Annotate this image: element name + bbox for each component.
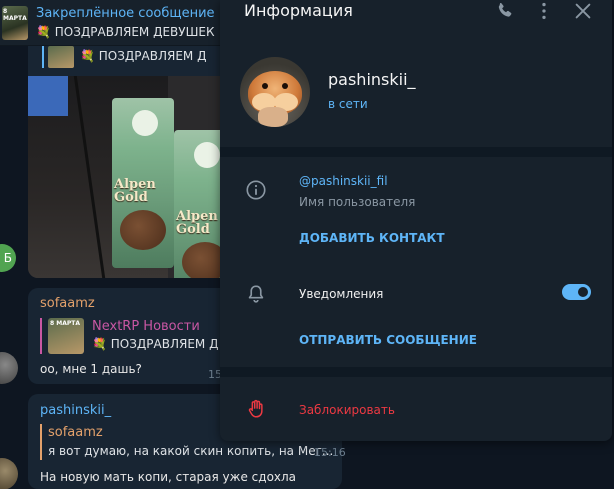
hand-icon xyxy=(245,398,267,420)
phone-icon[interactable] xyxy=(494,0,516,22)
profile-name: pashinskii_ xyxy=(328,70,416,89)
hamster-eye xyxy=(282,83,288,89)
quote-bar xyxy=(42,46,44,68)
close-icon[interactable] xyxy=(572,0,594,22)
chocolate-leaf xyxy=(132,110,158,136)
section-divider xyxy=(220,147,612,157)
hamster-hand xyxy=(258,107,288,127)
message-author[interactable]: sofaamz xyxy=(40,296,95,311)
quote-thumbnail: 8 МАРТА xyxy=(48,318,84,354)
avatar-letter: Б xyxy=(3,251,12,265)
message-text: На новую мать копи, старая уже сдохла xyxy=(40,470,297,484)
profile-avatar[interactable] xyxy=(240,57,310,127)
pinned-thumb-text: 8 МАРТА xyxy=(3,8,27,22)
user-info-panel: Информация pashinskii_ в сети @pashinski… xyxy=(220,0,612,441)
reply-text: 💐 ПОЗДРАВЛЯЕМ Д xyxy=(80,49,207,63)
chocolate-photo[interactable]: Alpen Gold Alpen Gold xyxy=(28,76,240,278)
reply-thumbnail xyxy=(48,46,74,68)
section-divider xyxy=(220,367,612,377)
quote-bar xyxy=(40,424,42,460)
profile-status: в сети xyxy=(328,97,368,111)
quote-title[interactable]: NextRP Новости xyxy=(92,319,200,334)
chocolate-logo-1: Alpen Gold xyxy=(114,177,156,205)
send-message-button[interactable]: ОТПРАВИТЬ СООБЩЕНИЕ xyxy=(299,333,477,347)
chocolate-bar-1: Alpen Gold xyxy=(112,98,174,268)
more-vertical-icon[interactable] xyxy=(533,0,555,22)
pinned-text: 💐 ПОЗДРАВЛЯЕМ ДЕВУШЕК xyxy=(36,25,215,39)
quote-bar xyxy=(40,318,42,354)
message-bubble[interactable]: sofaamz 8 МАРТА NextRP Новости 💐 ПОЗДРАВ… xyxy=(28,288,240,384)
bell-icon xyxy=(245,283,267,305)
pinned-message-bar[interactable]: 8 МАРТА Закреплённое сообщение 💐 ПОЗДРАВ… xyxy=(0,0,240,46)
quote-text: 💐 ПОЗДРАВЛЯЕМ Д xyxy=(92,337,219,351)
notifications-label: Уведомления xyxy=(299,287,384,301)
username-caption: Имя пользователя xyxy=(299,195,416,209)
quote-author[interactable]: sofaamz xyxy=(48,425,103,440)
photo-reply[interactable]: 💐 ПОЗДРАВЛЯЕМ Д xyxy=(28,46,240,74)
chocolate-nuts xyxy=(120,210,166,250)
user-avatar-letter[interactable]: Б xyxy=(0,244,16,272)
quote-text: я вот думаю, на какой скин копить, на Ме… xyxy=(48,444,334,458)
toggle-knob xyxy=(576,285,590,299)
quote-thumb-text: 8 МАРТА xyxy=(50,320,81,327)
panel-title: Информация xyxy=(244,1,353,20)
add-contact-button[interactable]: ДОБАВИТЬ КОНТАКТ xyxy=(299,231,445,245)
message-text: оо, мне 1 дашь? xyxy=(40,362,142,376)
message-time: 15:16 xyxy=(314,446,346,459)
chocolate-leaf xyxy=(194,142,220,168)
notifications-toggle[interactable] xyxy=(562,284,591,300)
block-user-button[interactable]: Заблокировать xyxy=(299,403,395,417)
user-avatar[interactable] xyxy=(0,352,18,384)
message-author[interactable]: pashinskii_ xyxy=(40,403,111,418)
username-link[interactable]: @pashinskii_fil xyxy=(299,174,388,188)
user-avatar[interactable] xyxy=(0,458,18,489)
photo-box xyxy=(28,76,68,116)
hamster-eye xyxy=(262,83,268,89)
info-icon xyxy=(245,179,267,201)
pinned-title: Закреплённое сообщение xyxy=(36,6,215,21)
pinned-thumbnail: 8 МАРТА xyxy=(2,6,28,40)
